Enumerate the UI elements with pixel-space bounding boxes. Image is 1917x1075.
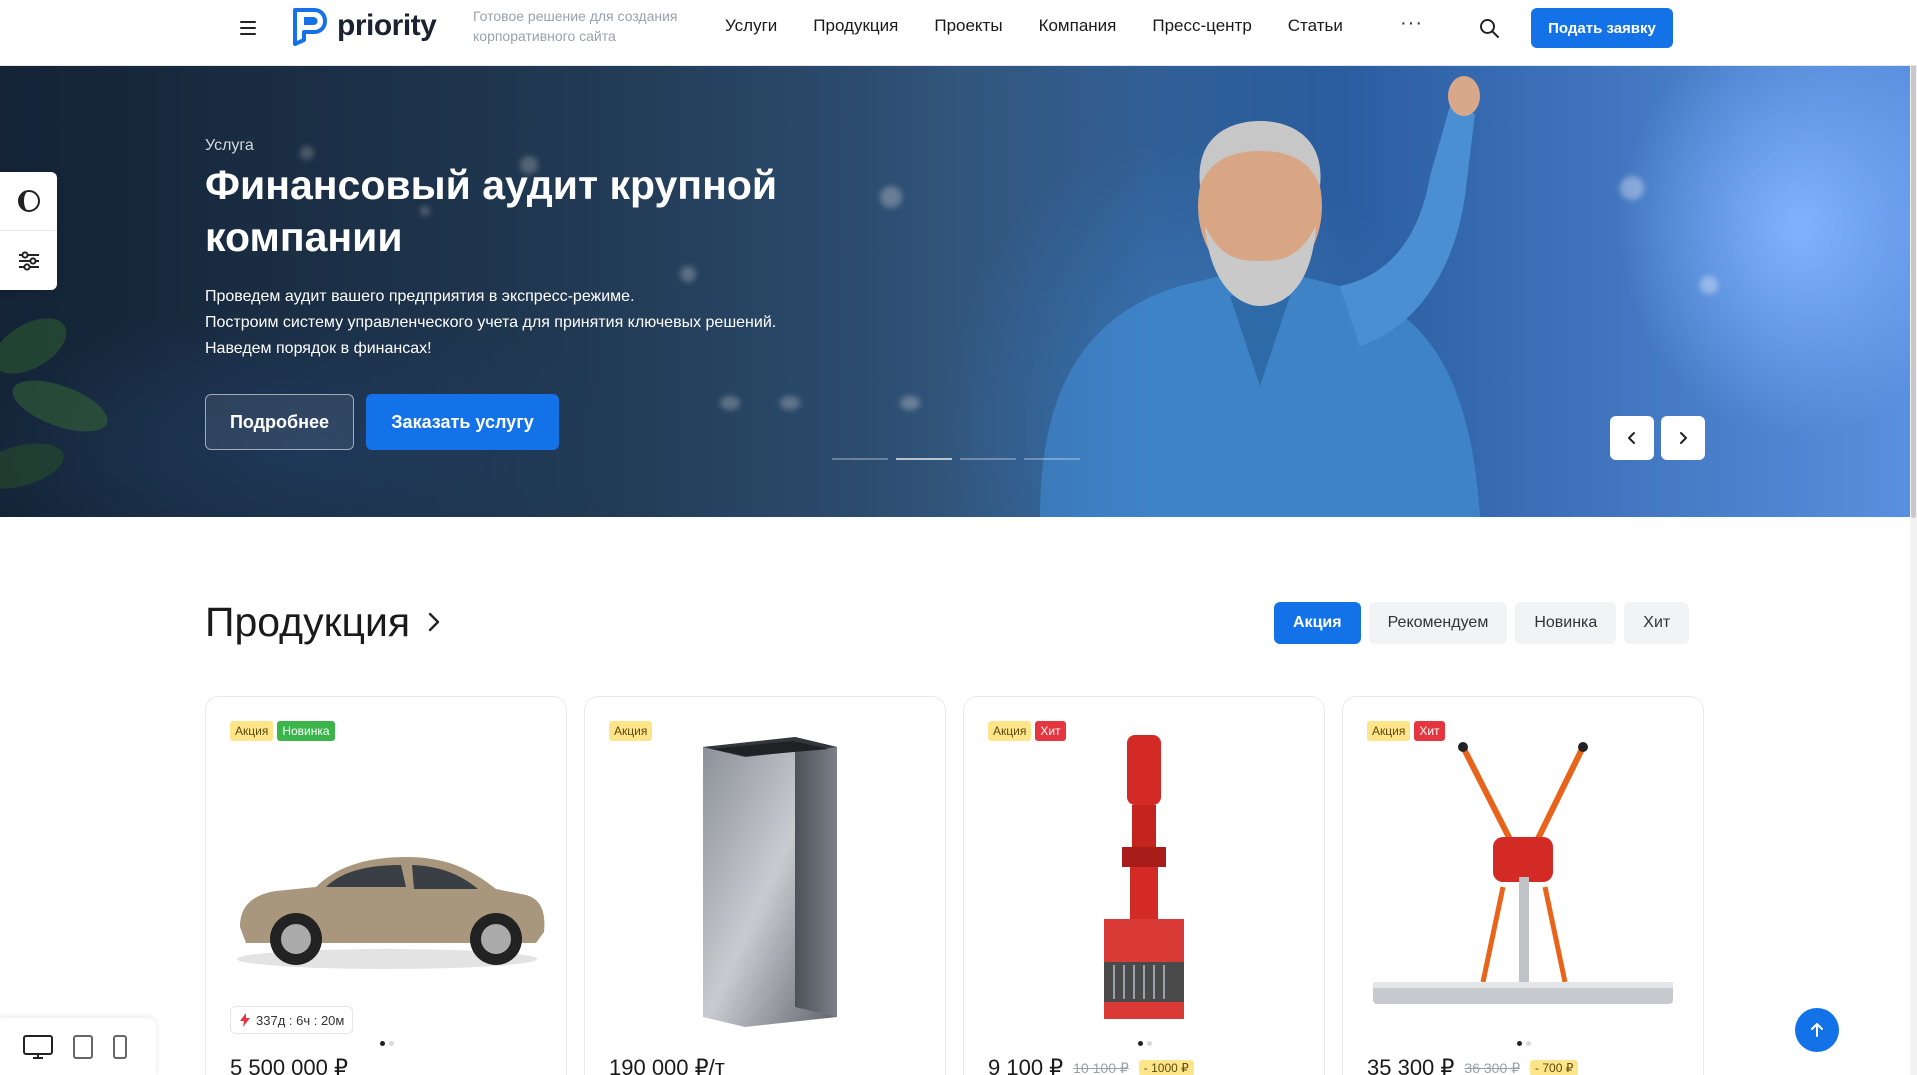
products-heading[interactable]: Продукция: [205, 598, 444, 646]
side-tools-panel: [0, 172, 57, 290]
hero-desc-line: Наведем порядок в финансах!: [205, 340, 432, 357]
image-dots: [380, 1041, 394, 1046]
price-row: 5 500 000 ₽: [230, 1055, 348, 1075]
slider-next-button[interactable]: [1661, 416, 1705, 460]
product-card[interactable]: Акция Новинка 337д : 6ч : 20м 5 500 000 …: [205, 696, 567, 1075]
hero-desc-line: Построим систему управленческого учета д…: [205, 314, 777, 331]
image-dot[interactable]: [389, 1041, 394, 1046]
price-row: 190 000 ₽/т: [609, 1055, 725, 1075]
scrollbar-thumb[interactable]: [1911, 0, 1916, 518]
image-dots: [1517, 1041, 1531, 1046]
hero-desc-line: Проведем аудит вашего предприятия в эксп…: [205, 288, 635, 305]
main-nav: Услуги Продукция Проекты Компания Пресс-…: [725, 14, 1343, 38]
tagline: Готовое решение для создания корпоративн…: [473, 8, 678, 44]
hero-description: Проведем аудит вашего предприятия в эксп…: [205, 284, 845, 362]
product-card[interactable]: Акция Хит 35 300 ₽ 36 300 ₽ - 700 ₽: [1342, 696, 1704, 1075]
filter-recommended[interactable]: Рекомендуем: [1368, 602, 1508, 644]
price: 5 500 000 ₽: [230, 1055, 348, 1075]
filter-hit[interactable]: Хит: [1624, 602, 1690, 644]
slider-dot[interactable]: [1024, 458, 1080, 460]
more-nav-icon[interactable]: ···: [1400, 12, 1423, 35]
promo-timer: 337д : 6ч : 20м: [230, 1006, 354, 1034]
old-price: 10 100 ₽: [1073, 1059, 1129, 1075]
slider-dot[interactable]: [896, 458, 952, 460]
slider-dot[interactable]: [832, 458, 888, 460]
mobile-icon[interactable]: [112, 1034, 128, 1060]
price: 190 000 ₽/т: [609, 1055, 725, 1075]
slider-pagination: [832, 458, 1080, 460]
product-card[interactable]: Акция 190 000 ₽/т: [584, 696, 946, 1075]
slider-prev-button[interactable]: [1610, 416, 1654, 460]
sliders-icon: [18, 250, 39, 271]
scroll-to-top-button[interactable]: [1795, 1008, 1839, 1052]
image-dot[interactable]: [380, 1041, 385, 1046]
logo[interactable]: priority: [290, 6, 437, 46]
settings-button[interactable]: [0, 231, 57, 290]
price-row: 9 100 ₽ 10 100 ₽ - 1000 ₽: [988, 1055, 1194, 1075]
nav-item-services[interactable]: Услуги: [725, 14, 777, 38]
old-price: 36 300 ₽: [1464, 1059, 1521, 1075]
price: 9 100 ₽: [988, 1055, 1064, 1075]
discount-badge: - 1000 ₽: [1138, 1060, 1194, 1075]
filter-sale[interactable]: Акция: [1274, 602, 1361, 644]
image-dot[interactable]: [1138, 1041, 1143, 1046]
image-dots: [1138, 1041, 1152, 1046]
price: 35 300 ₽: [1367, 1055, 1455, 1075]
slider-dot[interactable]: [960, 458, 1016, 460]
search-icon[interactable]: [1477, 16, 1501, 40]
image-dot[interactable]: [1517, 1041, 1522, 1046]
chevron-right-icon: [428, 612, 440, 632]
hero-slider: Услуга Финансовый аудит крупной компании…: [0, 66, 1917, 517]
timer-value: 337д : 6ч : 20м: [256, 1012, 345, 1028]
filter-new[interactable]: Новинка: [1515, 602, 1617, 644]
product-filters: Акция Рекомендуем Новинка Хит: [1274, 602, 1690, 644]
nav-item-projects[interactable]: Проекты: [934, 14, 1002, 38]
product-card[interactable]: Акция Хит 9 100 ₽ 10 100 ₽ - 1000 ₽: [963, 696, 1325, 1075]
concrete-screed-vibrator-image[interactable]: [1343, 727, 1704, 1027]
theme-icon: [17, 190, 40, 212]
logo-mark-icon: [293, 8, 327, 46]
steel-profile-pipe-image[interactable]: [585, 727, 946, 1027]
discount-badge: - 700 ₽: [1530, 1060, 1579, 1075]
product-cards: Акция Новинка 337д : 6ч : 20м 5 500 000 …: [205, 696, 1704, 1075]
desktop-icon[interactable]: [22, 1033, 54, 1061]
menu-burger-icon[interactable]: [237, 17, 259, 39]
products-title: Продукция: [205, 599, 411, 645]
order-service-button[interactable]: Заказать услугу: [366, 394, 559, 450]
site-header: priority Готовое решение для создания ко…: [0, 0, 1917, 66]
price-row: 35 300 ₽ 36 300 ₽ - 700 ₽: [1367, 1055, 1579, 1075]
device-switcher: [0, 1018, 156, 1075]
chevron-left-icon: [1628, 432, 1635, 444]
more-button[interactable]: Подробнее: [205, 394, 354, 450]
apply-button[interactable]: Подать заявку: [1531, 8, 1673, 48]
image-dot[interactable]: [1147, 1041, 1152, 1046]
hero-title: Финансовый аудит крупной компании: [205, 162, 778, 260]
red-pump-grinder-image[interactable]: [964, 727, 1325, 1027]
arrow-up-icon: [1811, 1023, 1823, 1037]
logo-text: priority: [337, 9, 437, 42]
car-image[interactable]: [206, 727, 567, 1027]
nav-item-company[interactable]: Компания: [1039, 14, 1117, 38]
hero-eyebrow: Услуга: [205, 137, 254, 154]
chevron-right-icon: [1680, 432, 1687, 444]
nav-item-press[interactable]: Пресс-центр: [1152, 14, 1251, 38]
theme-toggle-button[interactable]: [0, 172, 57, 231]
lightning-icon: [240, 1013, 250, 1027]
tablet-icon[interactable]: [72, 1034, 94, 1060]
nav-item-articles[interactable]: Статьи: [1288, 14, 1343, 38]
image-dot[interactable]: [1526, 1041, 1531, 1046]
nav-item-products[interactable]: Продукция: [813, 14, 898, 38]
